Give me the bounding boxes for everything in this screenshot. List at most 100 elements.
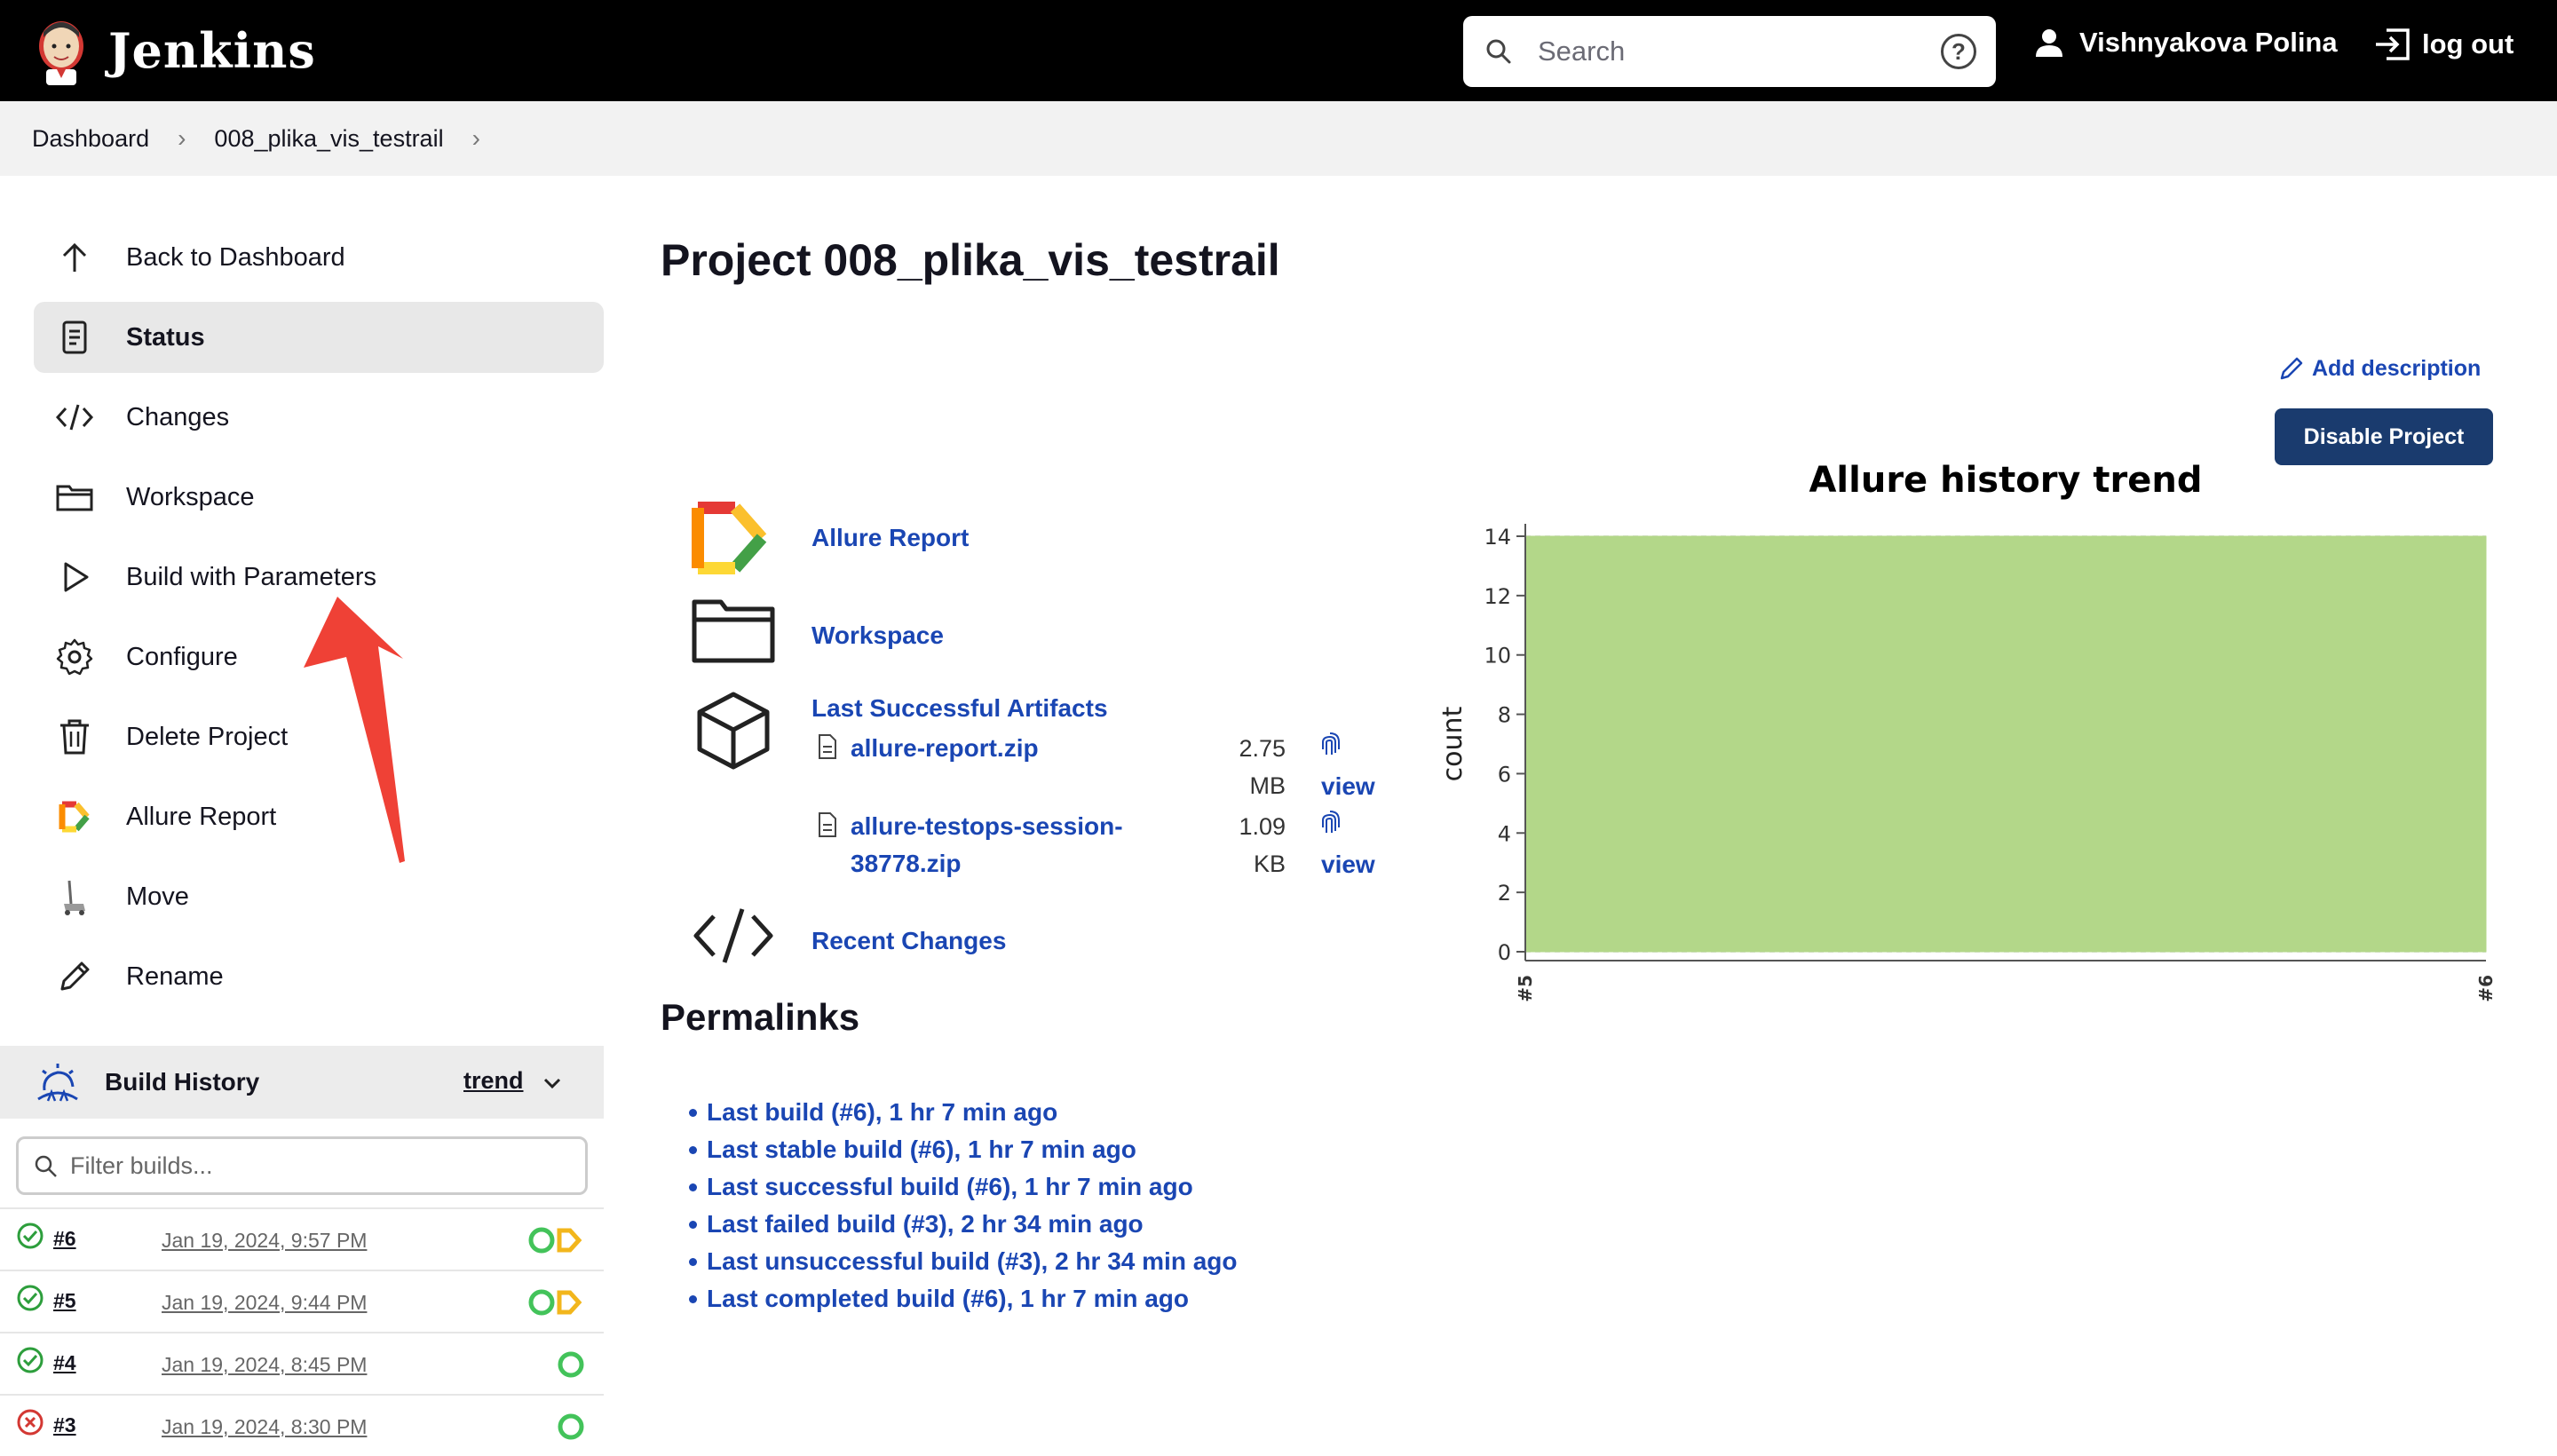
build-number[interactable]: #3 [53,1413,76,1437]
move-icon [53,875,96,918]
build-number[interactable]: #5 [53,1289,76,1313]
file-icon [817,811,838,838]
success-check-icon [16,1222,44,1250]
permalink-item[interactable]: Last stable build (#6), 1 hr 7 min ago [707,1131,1237,1168]
permalink-item[interactable]: Last failed build (#3), 2 hr 34 min ago [707,1206,1237,1243]
permalink-item[interactable]: Last completed build (#6), 1 hr 7 min ag… [707,1280,1237,1318]
sidebar-item-label: Status [126,323,205,352]
permalink-item[interactable]: Last successful build (#6), 1 hr 7 min a… [707,1168,1237,1206]
search-input[interactable] [1538,30,1911,73]
artifact-link[interactable]: allure-report.zip [851,730,1039,767]
recent-changes-code-icon [691,904,776,968]
build-number[interactable]: #4 [53,1351,76,1375]
folder-icon [53,476,96,518]
page-title: Project 008_plika_vis_testrail [661,234,1280,286]
logout-label: log out [2422,28,2513,60]
build-row[interactable]: #5 Jan 19, 2024, 9:44 PM [0,1270,604,1332]
code-icon [53,396,96,439]
sidebar-item-label: Changes [126,403,229,432]
allure-testops-badge-icon[interactable] [527,1287,584,1318]
top-header: Jenkins ? Vishnyakova Polina log out [0,0,2557,101]
sidebar-item-changes[interactable]: Changes [34,382,604,453]
search-box[interactable]: ? [1463,16,1996,87]
allure-history-trend-chart[interactable]: Allure history trendcount02468101214#5#6 [1421,451,2504,1001]
sidebar-item-status[interactable]: Status [34,302,604,373]
chevron-down-icon[interactable] [542,1072,563,1094]
breadcrumb-dashboard[interactable]: Dashboard [32,125,149,153]
chevron-right-icon: › [178,124,186,153]
last-successful-artifacts-link[interactable]: Last Successful Artifacts [811,694,1108,723]
gear-icon [53,636,96,678]
sidebar-item-label: Delete Project [126,723,288,752]
help-icon[interactable]: ? [1941,34,1976,69]
breadcrumb-project[interactable]: 008_plika_vis_testrail [214,125,443,153]
sidebar-item-label: Rename [126,962,224,992]
fingerprint-icon[interactable] [1318,808,1342,836]
add-description-link[interactable]: Add description [2278,355,2481,382]
sidebar-item-label: Back to Dashboard [126,243,345,273]
artifact-link-continued[interactable]: 38778.zip [851,845,962,882]
artifacts-package-icon [696,691,771,771]
trend-link[interactable]: trend [463,1067,524,1095]
chart-title: Allure history trend [1809,460,2202,501]
user-name: Vishnyakova Polina [2079,27,2338,59]
build-row[interactable]: #6 Jan 19, 2024, 9:57 PM [0,1207,604,1270]
build-row[interactable]: #4 Jan 19, 2024, 8:45 PM [0,1332,604,1394]
filter-builds-box[interactable] [16,1136,588,1195]
sidebar-item-back-to-dashboard[interactable]: Back to Dashboard [34,222,604,293]
artifact-view-link[interactable]: view [1321,772,1375,801]
x-tick-label: #5 [1515,975,1536,1001]
search-icon [1483,36,1515,67]
y-tick-label: 10 [1484,644,1511,669]
testops-badge-icon[interactable] [556,1349,586,1380]
artifact-view-link[interactable]: view [1321,851,1375,879]
allure-icon [53,795,96,838]
y-tick-label: 4 [1498,821,1511,846]
y-tick-label: 8 [1498,703,1511,728]
build-row[interactable]: #3 Jan 19, 2024, 8:30 PM [0,1394,604,1456]
allure-testops-badge-icon[interactable] [527,1225,584,1255]
sidebar-item-rename[interactable]: Rename [34,941,604,1012]
build-history-header: Build History trend [0,1046,604,1119]
artifact-link[interactable]: allure-testops-session- [851,808,1123,845]
build-date[interactable]: Jan 19, 2024, 9:57 PM [162,1229,367,1253]
allure-report-link[interactable]: Allure Report [811,524,969,552]
permalink-item[interactable]: Last unsuccessful build (#3), 2 hr 34 mi… [707,1243,1237,1280]
build-date[interactable]: Jan 19, 2024, 8:45 PM [162,1353,367,1377]
annotation-arrow-icon [302,586,417,870]
arrow-up-icon [53,236,96,279]
user-menu[interactable]: Vishnyakova Polina [2033,27,2338,59]
sidebar-item-label: Allure Report [126,803,276,832]
y-tick-label: 12 [1484,584,1511,609]
filter-builds-input[interactable] [70,1152,567,1180]
sidebar-item-label: Move [126,882,189,912]
artifact-size-value: 1.09 [1225,808,1286,845]
build-history-title: Build History [105,1068,259,1096]
jenkins-logo[interactable]: Jenkins [32,14,316,87]
y-tick-label: 2 [1498,881,1511,906]
build-date[interactable]: Jan 19, 2024, 9:44 PM [162,1291,367,1315]
fingerprint-icon[interactable] [1318,730,1342,758]
document-icon [53,316,96,359]
workspace-link[interactable]: Workspace [811,621,944,650]
chevron-right-icon[interactable]: › [472,124,480,153]
permalink-item[interactable]: Last build (#6), 1 hr 7 min ago [707,1094,1237,1131]
testops-badge-icon[interactable] [556,1412,586,1442]
recent-changes-link[interactable]: Recent Changes [811,927,1006,955]
pencil-icon [53,955,96,998]
sidebar-item-workspace[interactable]: Workspace [34,462,604,533]
sidebar-item-move[interactable]: Move [34,861,604,932]
workspace-folder-icon [691,597,776,664]
sidebar-item-label: Configure [126,643,238,672]
permalinks-list: Last build (#6), 1 hr 7 min ago Last sta… [707,1094,1237,1318]
build-date[interactable]: Jan 19, 2024, 8:30 PM [162,1415,367,1439]
permalinks-title: Permalinks [661,996,859,1039]
allure-report-icon [691,501,772,575]
y-tick-label: 0 [1498,940,1511,965]
search-icon [33,1153,59,1180]
build-number[interactable]: #6 [53,1227,76,1251]
brand-name: Jenkins [108,22,316,79]
build-history-icon [36,1060,80,1104]
success-check-icon [16,1346,44,1374]
logout-link[interactable]: log out [2372,27,2513,62]
